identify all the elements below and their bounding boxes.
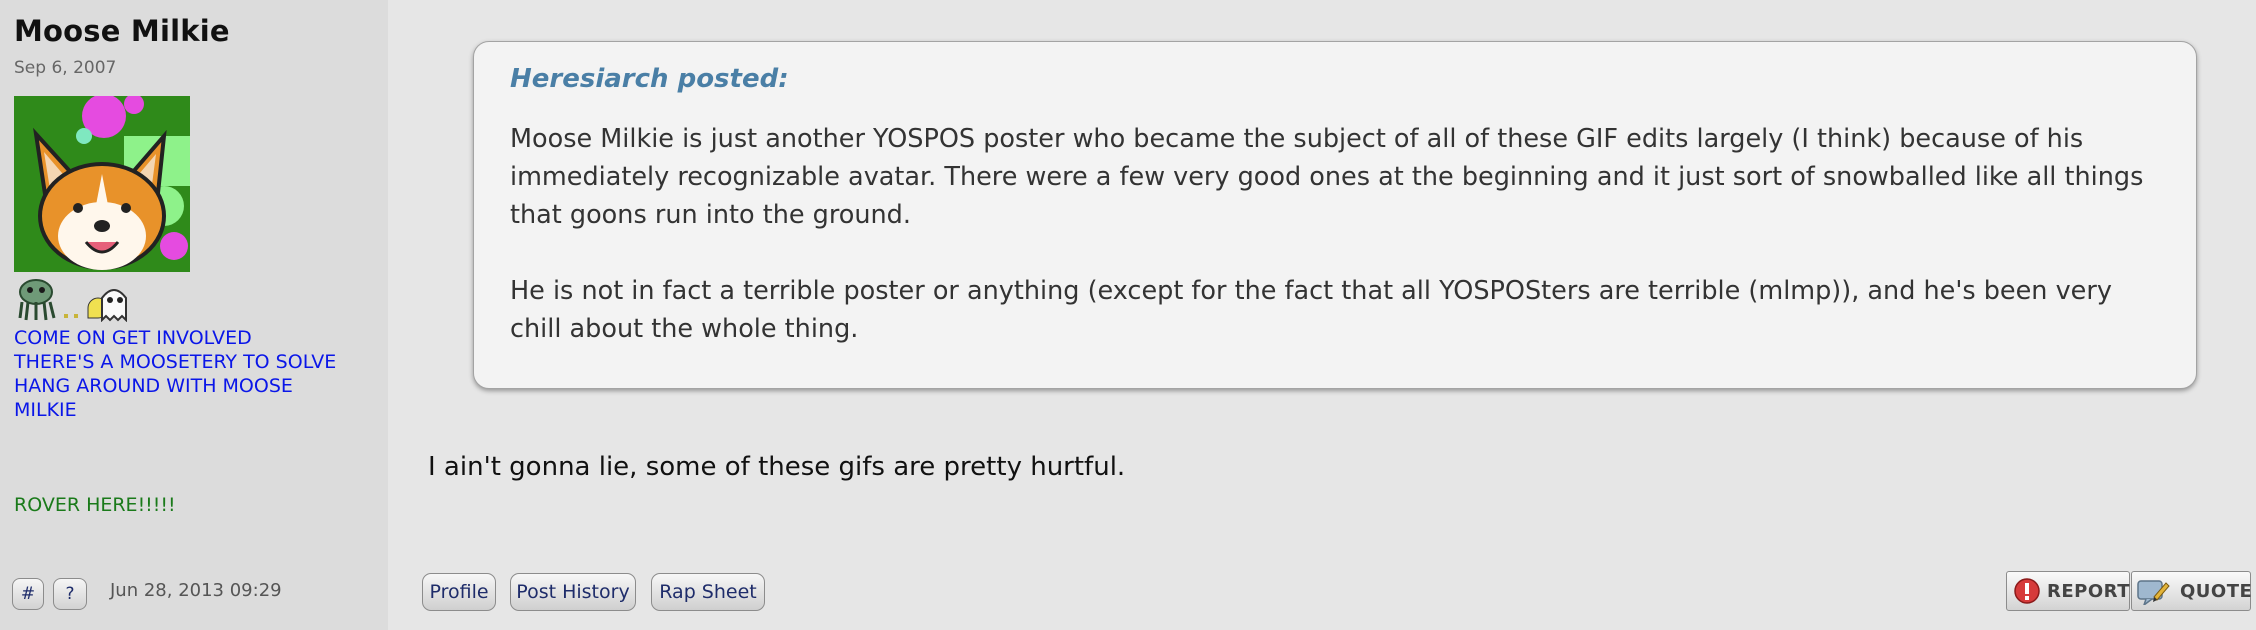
quote-paragraph: He is not in fact a terrible poster or a…: [510, 276, 2112, 344]
user-title-line: THERE'S A MOOSETERY TO SOLVE: [14, 351, 337, 373]
user-title: COME ON GET INVOLVED THERE'S A MOOSETERY…: [14, 326, 380, 422]
corgi-avatar-image: [14, 96, 190, 272]
quote-block: Heresiarch posted: Moose Milkie is just …: [473, 41, 2197, 389]
user-title-extra: ROVER HERE!!!!!: [14, 494, 176, 516]
quote-button[interactable]: QUOTE: [2131, 571, 2253, 611]
user-info-button[interactable]: ?: [53, 578, 87, 610]
post-link-button[interactable]: #: [12, 578, 44, 610]
quote-icon: [2137, 580, 2170, 605]
post-body: I ain't gonna lie, some of these gifs ar…: [428, 452, 1126, 482]
registration-date: Sep 6, 2007: [14, 58, 117, 78]
quote-label: QUOTE: [2180, 581, 2253, 602]
quote-text: Moose Milkie is just another YOSPOS post…: [510, 120, 2170, 386]
quote-paragraph: Moose Milkie is just another YOSPOS post…: [510, 124, 2144, 230]
user-title-line: MILKIE: [14, 399, 77, 421]
report-label: REPORT: [2047, 581, 2130, 602]
user-title-line: COME ON GET INVOLVED: [14, 327, 252, 349]
rap-sheet-button[interactable]: Rap Sheet: [651, 573, 765, 611]
username: Moose Milkie: [14, 14, 230, 48]
post-date: Jun 28, 2013 09:29: [110, 580, 282, 601]
profile-button[interactable]: Profile: [422, 573, 496, 611]
user-info-panel: Moose Milkie Sep 6, 2007 COME ON GET INV…: [0, 0, 388, 630]
report-button[interactable]: REPORT: [2006, 571, 2130, 611]
quote-author[interactable]: Heresiarch posted:: [510, 64, 789, 94]
report-icon: [2014, 578, 2040, 604]
user-title-line: HANG AROUND WITH MOOSE: [14, 375, 293, 397]
corgi-avatar: [14, 96, 190, 272]
cthulhu-pacman-ghost-icon: [18, 279, 127, 323]
user-badges: [14, 278, 134, 323]
post-history-button[interactable]: Post History: [510, 573, 636, 611]
